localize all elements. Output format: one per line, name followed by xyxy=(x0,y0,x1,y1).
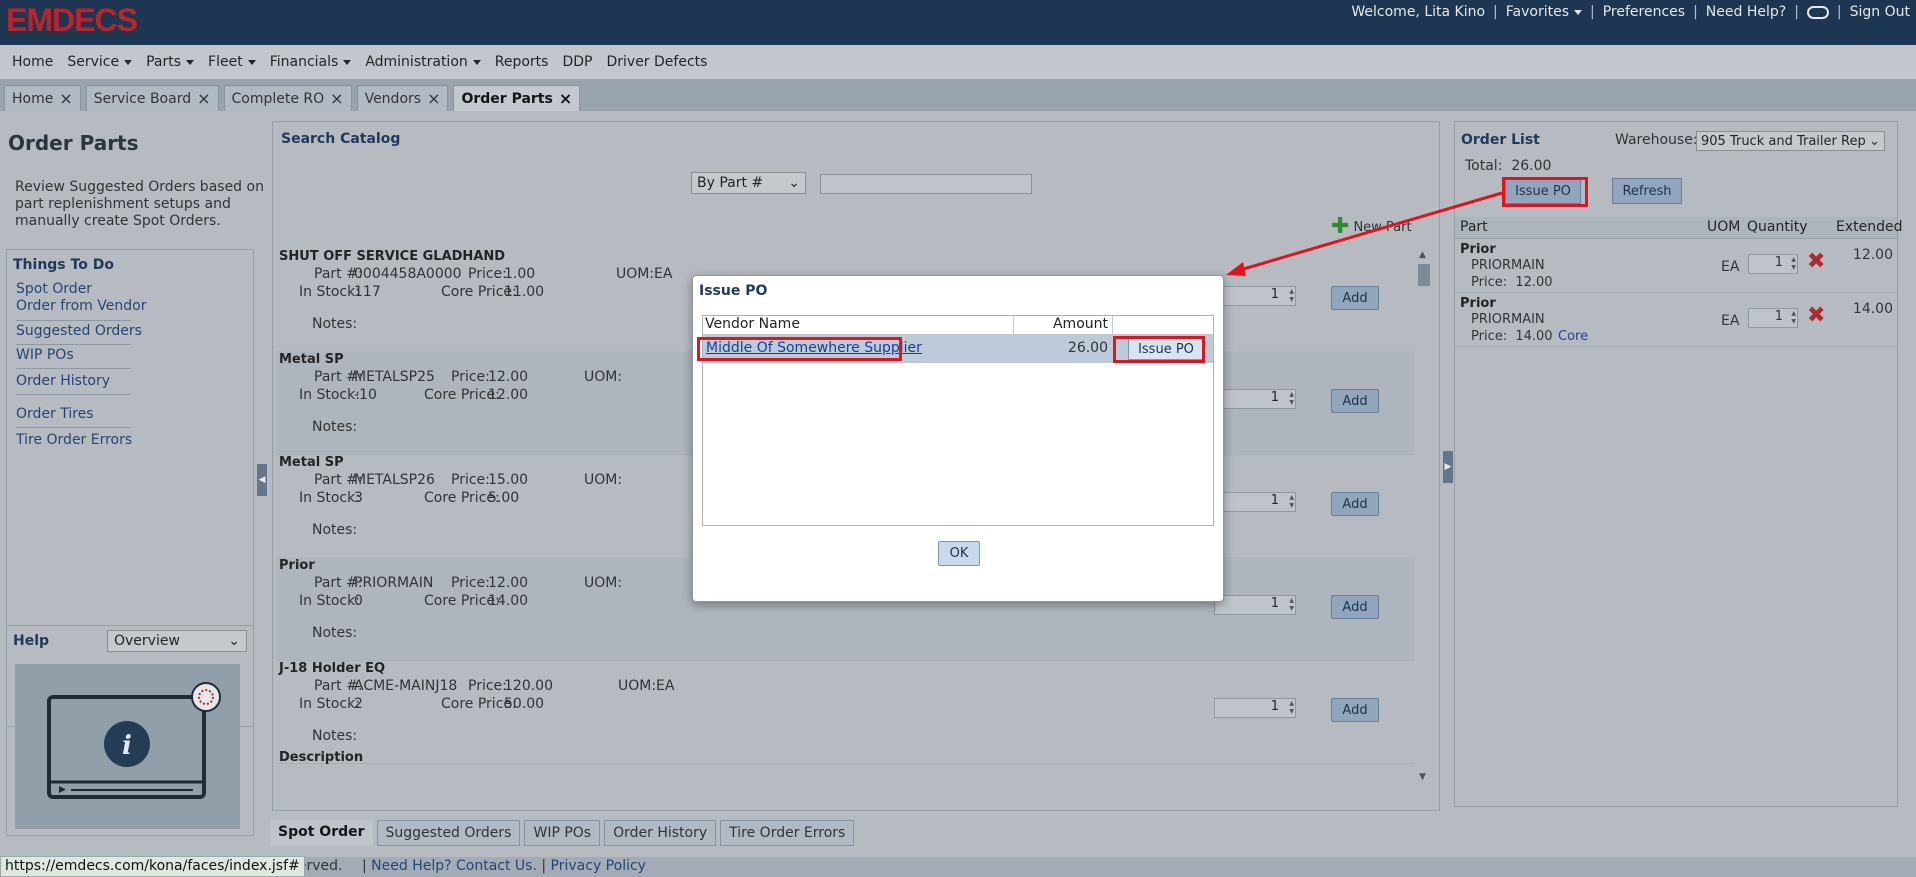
column-vendor-name: Vendor Name xyxy=(705,316,800,332)
dialog-title: Issue PO xyxy=(699,283,768,299)
annotation-box-vendor xyxy=(697,337,902,361)
column-amount: Amount xyxy=(1052,316,1108,332)
table-header: Vendor Name Amount xyxy=(703,316,1213,335)
status-bar-url: https://emdecs.com/kona/faces/index.jsf# xyxy=(0,856,305,877)
amount-value: 26.00 xyxy=(1067,340,1108,356)
issue-po-dialog: Issue PO Vendor Name Amount Middle Of So… xyxy=(692,275,1224,602)
annotation-box-issue-po xyxy=(1502,177,1588,207)
ok-button[interactable]: OK xyxy=(938,541,980,566)
annotation-box-dialog-issue-po xyxy=(1113,336,1205,363)
